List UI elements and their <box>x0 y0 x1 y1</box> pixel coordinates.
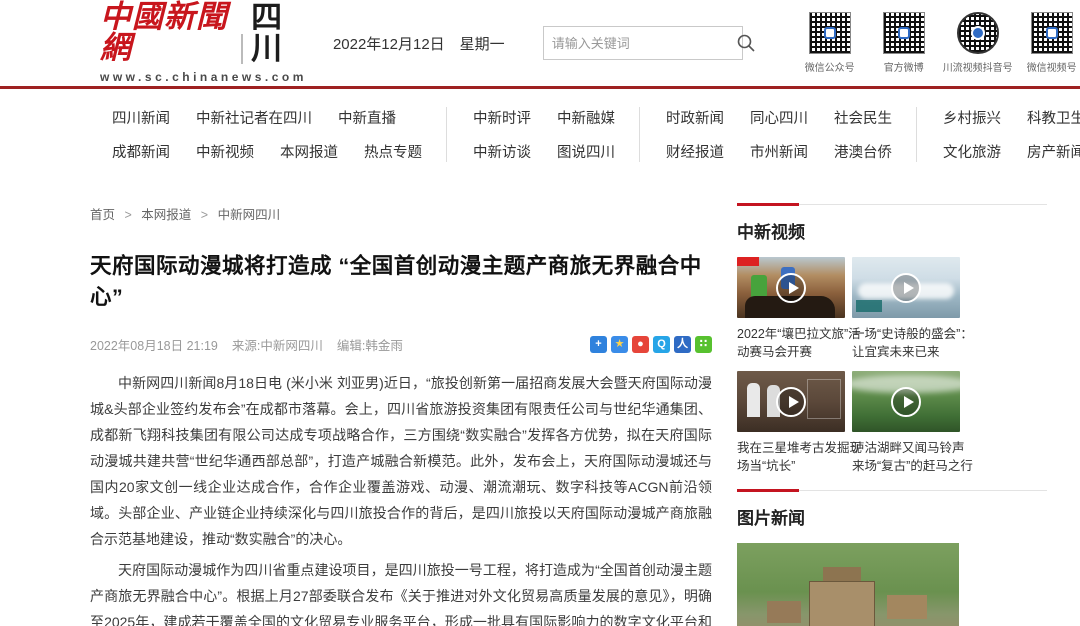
article-meta: 2022年08月18日 21:19 来源:中新网四川 编辑:韩金雨 + ★ ● … <box>90 335 712 354</box>
nav-item[interactable]: 科教卫生 <box>1027 107 1080 128</box>
breadcrumb: 首页 > 本网报道 > 中新网四川 <box>90 204 712 223</box>
nav-item[interactable]: 中新访谈 <box>473 141 531 162</box>
breadcrumb-site[interactable]: 中新网四川 <box>218 208 281 222</box>
photo-news-section: 图片新闻 <box>737 490 1047 626</box>
qr-code-image <box>883 12 925 54</box>
play-icon[interactable] <box>776 387 806 417</box>
play-icon[interactable] <box>776 273 806 303</box>
nav-item[interactable]: 成都新闻 <box>112 141 170 162</box>
nav-item[interactable]: 四川新闻 <box>112 107 170 128</box>
qr-code-image <box>809 12 851 54</box>
nav-item[interactable]: 同心四川 <box>750 107 808 128</box>
current-date: 2022年12月12日 星期一 <box>333 33 505 54</box>
qr-code-image <box>957 12 999 54</box>
play-icon[interactable] <box>891 387 921 417</box>
article-body: 中新网四川新闻8月18日电 (米小米 刘亚男)近日，“旅投创新第一届招商发展大会… <box>90 370 712 626</box>
video-section-title: 中新视频 <box>737 218 1047 243</box>
wechat-share-icon[interactable]: ∷ <box>695 336 712 353</box>
photo-news-image[interactable] <box>737 543 959 626</box>
nav-item[interactable]: 中新社记者在四川 <box>196 107 312 128</box>
video-item-4[interactable]: 泸沽湖畔又闻马铃声 来场“复古”的赶马之行 <box>852 371 967 475</box>
section-divider <box>737 204 1047 205</box>
nav-item[interactable]: 乡村振兴 <box>943 107 1001 128</box>
search-icon[interactable] <box>736 27 756 59</box>
search-box <box>543 26 743 60</box>
video-thumbnail[interactable] <box>737 371 845 432</box>
article-paragraph: 中新网四川新闻8月18日电 (米小米 刘亚男)近日，“旅投创新第一届招商发展大会… <box>90 370 712 552</box>
qr-code-group: 微信公众号 官方微博 川流视频抖音号 微信视频号 <box>801 12 1080 74</box>
article-main: 首页 > 本网报道 > 中新网四川 天府国际动漫城将打造成 “全国首创动漫主题产… <box>90 204 712 626</box>
nav-item[interactable]: 市州新闻 <box>750 141 808 162</box>
video-caption[interactable]: 我在三星堆考古发掘现场当“坑长” <box>737 439 865 475</box>
breadcrumb-separator: > <box>125 208 132 222</box>
article-title: 天府国际动漫城将打造成 “全国首创动漫主题产商旅无界融合中心” <box>90 249 712 311</box>
site-header: 中國新聞網 四川 www.sc.chinanews.com 2022年12月12… <box>0 0 1080 89</box>
nav-item[interactable]: 港澳台侨 <box>834 141 892 162</box>
qr-wechat-official: 微信公众号 <box>801 12 859 74</box>
share-bar: + ★ ● Q 人 ∷ <box>590 336 712 353</box>
main-nav: 四川新闻 中新社记者在四川 中新直播 成都新闻 中新视频 本网报道 热点专题 中… <box>0 89 1080 176</box>
breadcrumb-separator: > <box>201 208 208 222</box>
video-thumbnail[interactable] <box>852 371 960 432</box>
nav-item[interactable]: 社会民生 <box>834 107 892 128</box>
photo-section-title: 图片新闻 <box>737 504 1047 529</box>
section-divider <box>737 490 1047 491</box>
video-thumbnail[interactable] <box>852 257 960 318</box>
weibo-icon[interactable]: ● <box>632 336 649 353</box>
qr-wechat-video: 微信视频号 <box>1023 12 1080 74</box>
video-item-3[interactable]: 我在三星堆考古发掘现场当“坑长” <box>737 371 852 475</box>
nav-group-2: 中新时评 中新融媒 中新访谈 图说四川 <box>446 107 639 162</box>
logo-divider <box>241 34 243 64</box>
logo-region-text: 四川 <box>251 2 307 64</box>
nav-item[interactable]: 中新融媒 <box>557 107 615 128</box>
search-input[interactable] <box>544 36 736 51</box>
play-icon[interactable] <box>891 273 921 303</box>
video-caption[interactable]: 泸沽湖畔又闻马铃声 来场“复古”的赶马之行 <box>852 439 980 475</box>
breadcrumb-home[interactable]: 首页 <box>90 208 115 222</box>
qr-label: 川流视频抖音号 <box>943 59 1013 74</box>
nav-item[interactable]: 图说四川 <box>557 141 615 162</box>
nav-item[interactable]: 文化旅游 <box>943 141 1001 162</box>
video-caption[interactable]: 2022年“壤巴拉文旅”活动赛马会开赛 <box>737 325 865 361</box>
video-thumbnail[interactable] <box>737 257 845 318</box>
article-date: 2022年08月18日 21:19 <box>90 335 218 354</box>
video-item-2[interactable]: 一场“史诗般的盛会”：让宜宾未来已来 <box>852 257 967 361</box>
logo-cn-text: 中國新聞網 <box>100 2 231 64</box>
site-logo[interactable]: 中國新聞網 四川 www.sc.chinanews.com <box>100 2 307 84</box>
article-paragraph: 天府国际动漫城作为四川省重点建设项目，是四川旅投一号工程，将打造成为“全国首创动… <box>90 557 712 626</box>
tencent-weibo-icon[interactable]: Q <box>653 336 670 353</box>
article-editor: 编辑:韩金雨 <box>337 335 403 354</box>
nav-group-4: 乡村振兴 科教卫生 娱乐体育 文化旅游 房产新闻 生活服务 <box>916 107 1080 162</box>
qr-weibo-official: 官方微博 <box>875 12 933 74</box>
nav-item[interactable]: 时政新闻 <box>666 107 724 128</box>
qr-label: 微信公众号 <box>805 59 855 74</box>
video-news-section: 中新视频 2022年“壤巴拉文旅”活动赛马会开赛 一场“史诗般的盛会”：让 <box>737 204 1047 476</box>
qzone-icon[interactable]: ★ <box>611 336 628 353</box>
nav-item[interactable]: 中新视频 <box>196 141 254 162</box>
nav-item[interactable]: 房产新闻 <box>1027 141 1080 162</box>
nav-item[interactable]: 热点专题 <box>364 141 422 162</box>
video-badge <box>737 257 759 266</box>
qr-label: 微信视频号 <box>1027 59 1077 74</box>
site-url: www.sc.chinanews.com <box>100 70 307 84</box>
article-source: 来源:中新网四川 <box>232 335 323 354</box>
qr-label: 官方微博 <box>884 59 924 74</box>
sidebar: 中新视频 2022年“壤巴拉文旅”活动赛马会开赛 一场“史诗般的盛会”：让 <box>737 204 1047 626</box>
qr-code-image <box>1031 12 1073 54</box>
video-caption[interactable]: 一场“史诗般的盛会”：让宜宾未来已来 <box>852 325 980 361</box>
nav-item[interactable]: 本网报道 <box>280 141 338 162</box>
nav-group-3: 时政新闻 同心四川 社会民生 财经报道 市州新闻 港澳台侨 <box>639 107 916 162</box>
renren-icon[interactable]: 人 <box>674 336 691 353</box>
nav-item[interactable]: 中新时评 <box>473 107 531 128</box>
nav-item[interactable]: 财经报道 <box>666 141 724 162</box>
qr-douyin: 川流视频抖音号 <box>949 12 1007 74</box>
nav-group-1: 四川新闻 中新社记者在四川 中新直播 成都新闻 中新视频 本网报道 热点专题 <box>112 107 446 162</box>
nav-item[interactable]: 中新直播 <box>338 107 396 128</box>
video-item-1[interactable]: 2022年“壤巴拉文旅”活动赛马会开赛 <box>737 257 852 361</box>
share-more-icon[interactable]: + <box>590 336 607 353</box>
breadcrumb-section[interactable]: 本网报道 <box>141 208 191 222</box>
